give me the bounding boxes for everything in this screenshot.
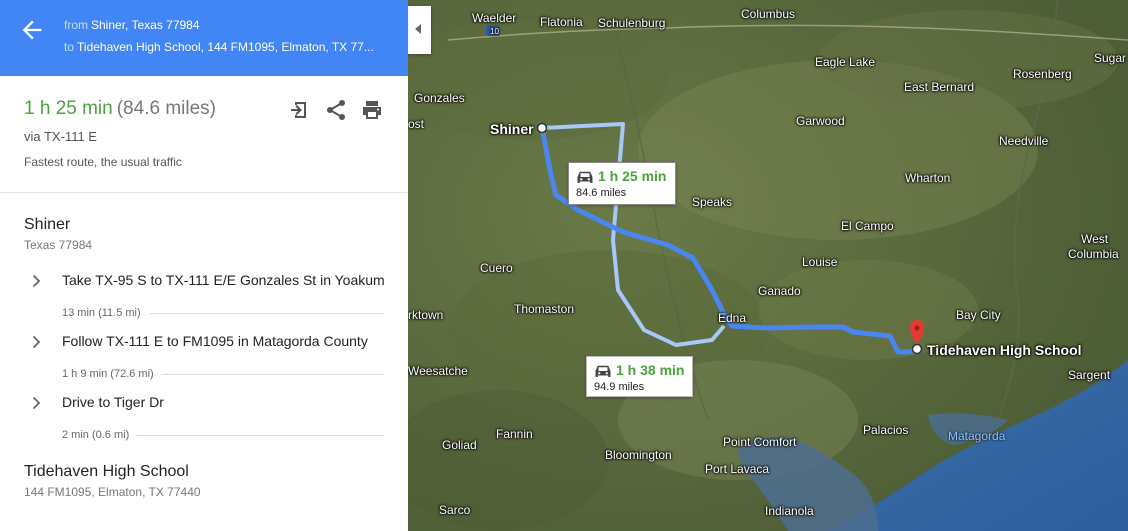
send-to-device-icon[interactable] [287,98,311,122]
route-distance: (84.6 miles) [116,98,216,119]
route-summary: 1 h 25 min (84.6 miles) via TX-111 E Fast… [0,76,408,193]
step-meta: 13 min (11.5 mi) [62,307,149,319]
map-label: Schulenburg [598,16,666,30]
from-location[interactable]: from Shiner, Texas 77984 [64,18,394,32]
map-label: Fannin [496,427,533,441]
destination-address: 144 FM1095, Elmaton, TX 77440 [24,485,201,499]
map-label: Garwood [796,114,845,128]
map-label: Speaks [692,195,733,209]
map-label: Gonzales [414,91,465,105]
route-bubble-time: 1 h 38 min [616,362,685,378]
map-label: Point Comfort [723,435,797,449]
map-label: Bay City [956,308,1001,322]
print-icon[interactable] [360,98,384,122]
map-label: Sarco [439,503,471,517]
map-label: Needville [999,134,1049,148]
map-label: Bloomington [605,448,672,462]
direction-step[interactable]: Drive to Tiger Dr 2 min (0.6 mi) [0,385,408,446]
highway-shield-label: 10 [490,27,499,36]
map-label: Sugar Lan [1094,51,1128,65]
step-meta: 2 min (0.6 mi) [62,429,138,441]
chevron-left-icon [415,24,421,34]
destination-name: Tidehaven High School [24,463,189,480]
map-label: Palacios [863,423,909,437]
route-traffic-note: Fastest route, the usual traffic [24,155,182,169]
map-label: Louise [802,255,838,269]
map-label: Weesatche [408,364,468,378]
back-arrow-icon[interactable] [18,16,46,44]
map-label: West [1081,232,1109,246]
origin-name: Shiner [24,216,71,233]
route-time: 1 h 25 min [24,98,113,119]
map-label: Port Lavaca [705,462,770,476]
route-bubble-time: 1 h 25 min [598,168,667,184]
map-label: Flatonia [540,15,583,29]
direction-step[interactable]: Follow TX-111 E to FM1095 in Matagorda C… [0,324,408,385]
map-label: East Bernard [904,80,975,94]
route-via: via TX-111 E [24,129,97,144]
to-location[interactable]: to Tidehaven High School, 144 FM1095, Elm… [64,40,394,54]
map-label: Columbia [1068,247,1119,261]
from-prefix: from [64,18,88,32]
direction-step[interactable]: Take TX-95 S to TX-111 E/E Gonzales St i… [0,263,408,324]
map-label: El Campo [841,219,894,233]
collapse-panel-button[interactable] [408,6,431,54]
chevron-right-icon [32,274,41,288]
map-label: Cuero [480,261,513,275]
step-meta: 1 h 9 min (72.6 mi) [62,368,162,380]
to-prefix: to [64,40,75,54]
to-text: Tidehaven High School, 144 FM1095, Elmat… [77,40,374,54]
map-label: ost [408,117,425,131]
route-bubble-alternate[interactable]: 1 h 38 min 94.9 miles [586,356,693,397]
map-label: Goliad [442,438,477,452]
map-label: Rosenberg [1013,67,1072,81]
step-instruction: Drive to Tiger Dr [62,394,164,410]
route-bubble-distance: 84.6 miles [576,187,627,199]
destination-map-label: Tidehaven High School [927,342,1082,358]
origin-marker [536,122,548,134]
map-label: Waelder [472,11,517,25]
origin-section: Shiner Texas 77984 [0,193,408,259]
route-bubble-distance: 94.9 miles [594,381,645,393]
directions-header: from Shiner, Texas 77984 to Tidehaven High… [0,0,408,76]
map-label: Sargent [1068,368,1111,382]
map-label: Edna [718,311,747,325]
step-instruction: Follow TX-111 E to FM1095 in Matagorda C… [62,333,368,349]
map-label: Wharton [905,171,951,185]
chevron-right-icon [32,396,41,410]
from-text: Shiner, Texas 77984 [91,18,200,32]
directions-panel: from Shiner, Texas 77984 to Tidehaven High… [0,0,408,531]
share-icon[interactable] [324,98,348,122]
map-label: Thomaston [514,302,575,316]
step-instruction: Take TX-95 S to TX-111 E/E Gonzales St i… [62,272,385,288]
route-time-distance: 1 h 25 min (84.6 miles) [24,98,216,120]
destination-section: Tidehaven High School 144 FM1095, Elmato… [0,456,408,516]
map-label: Eagle Lake [815,55,876,69]
origin-address: Texas 77984 [24,238,93,252]
map-label: Ganado [758,284,801,298]
car-icon [577,171,593,183]
chevron-right-icon [32,335,41,349]
map-label: rktown [408,308,444,322]
origin-map-label: Shiner [490,121,534,137]
route-bubble-primary[interactable]: 1 h 25 min 84.6 miles [568,162,676,205]
satellite-map[interactable]: Waelder 10 Flatonia Schulenburg Columbus… [408,0,1128,531]
map-label: Indianola [765,504,814,518]
water-label: Matagorda [948,429,1006,443]
map-label: Columbus [741,7,796,21]
car-icon [595,365,611,377]
